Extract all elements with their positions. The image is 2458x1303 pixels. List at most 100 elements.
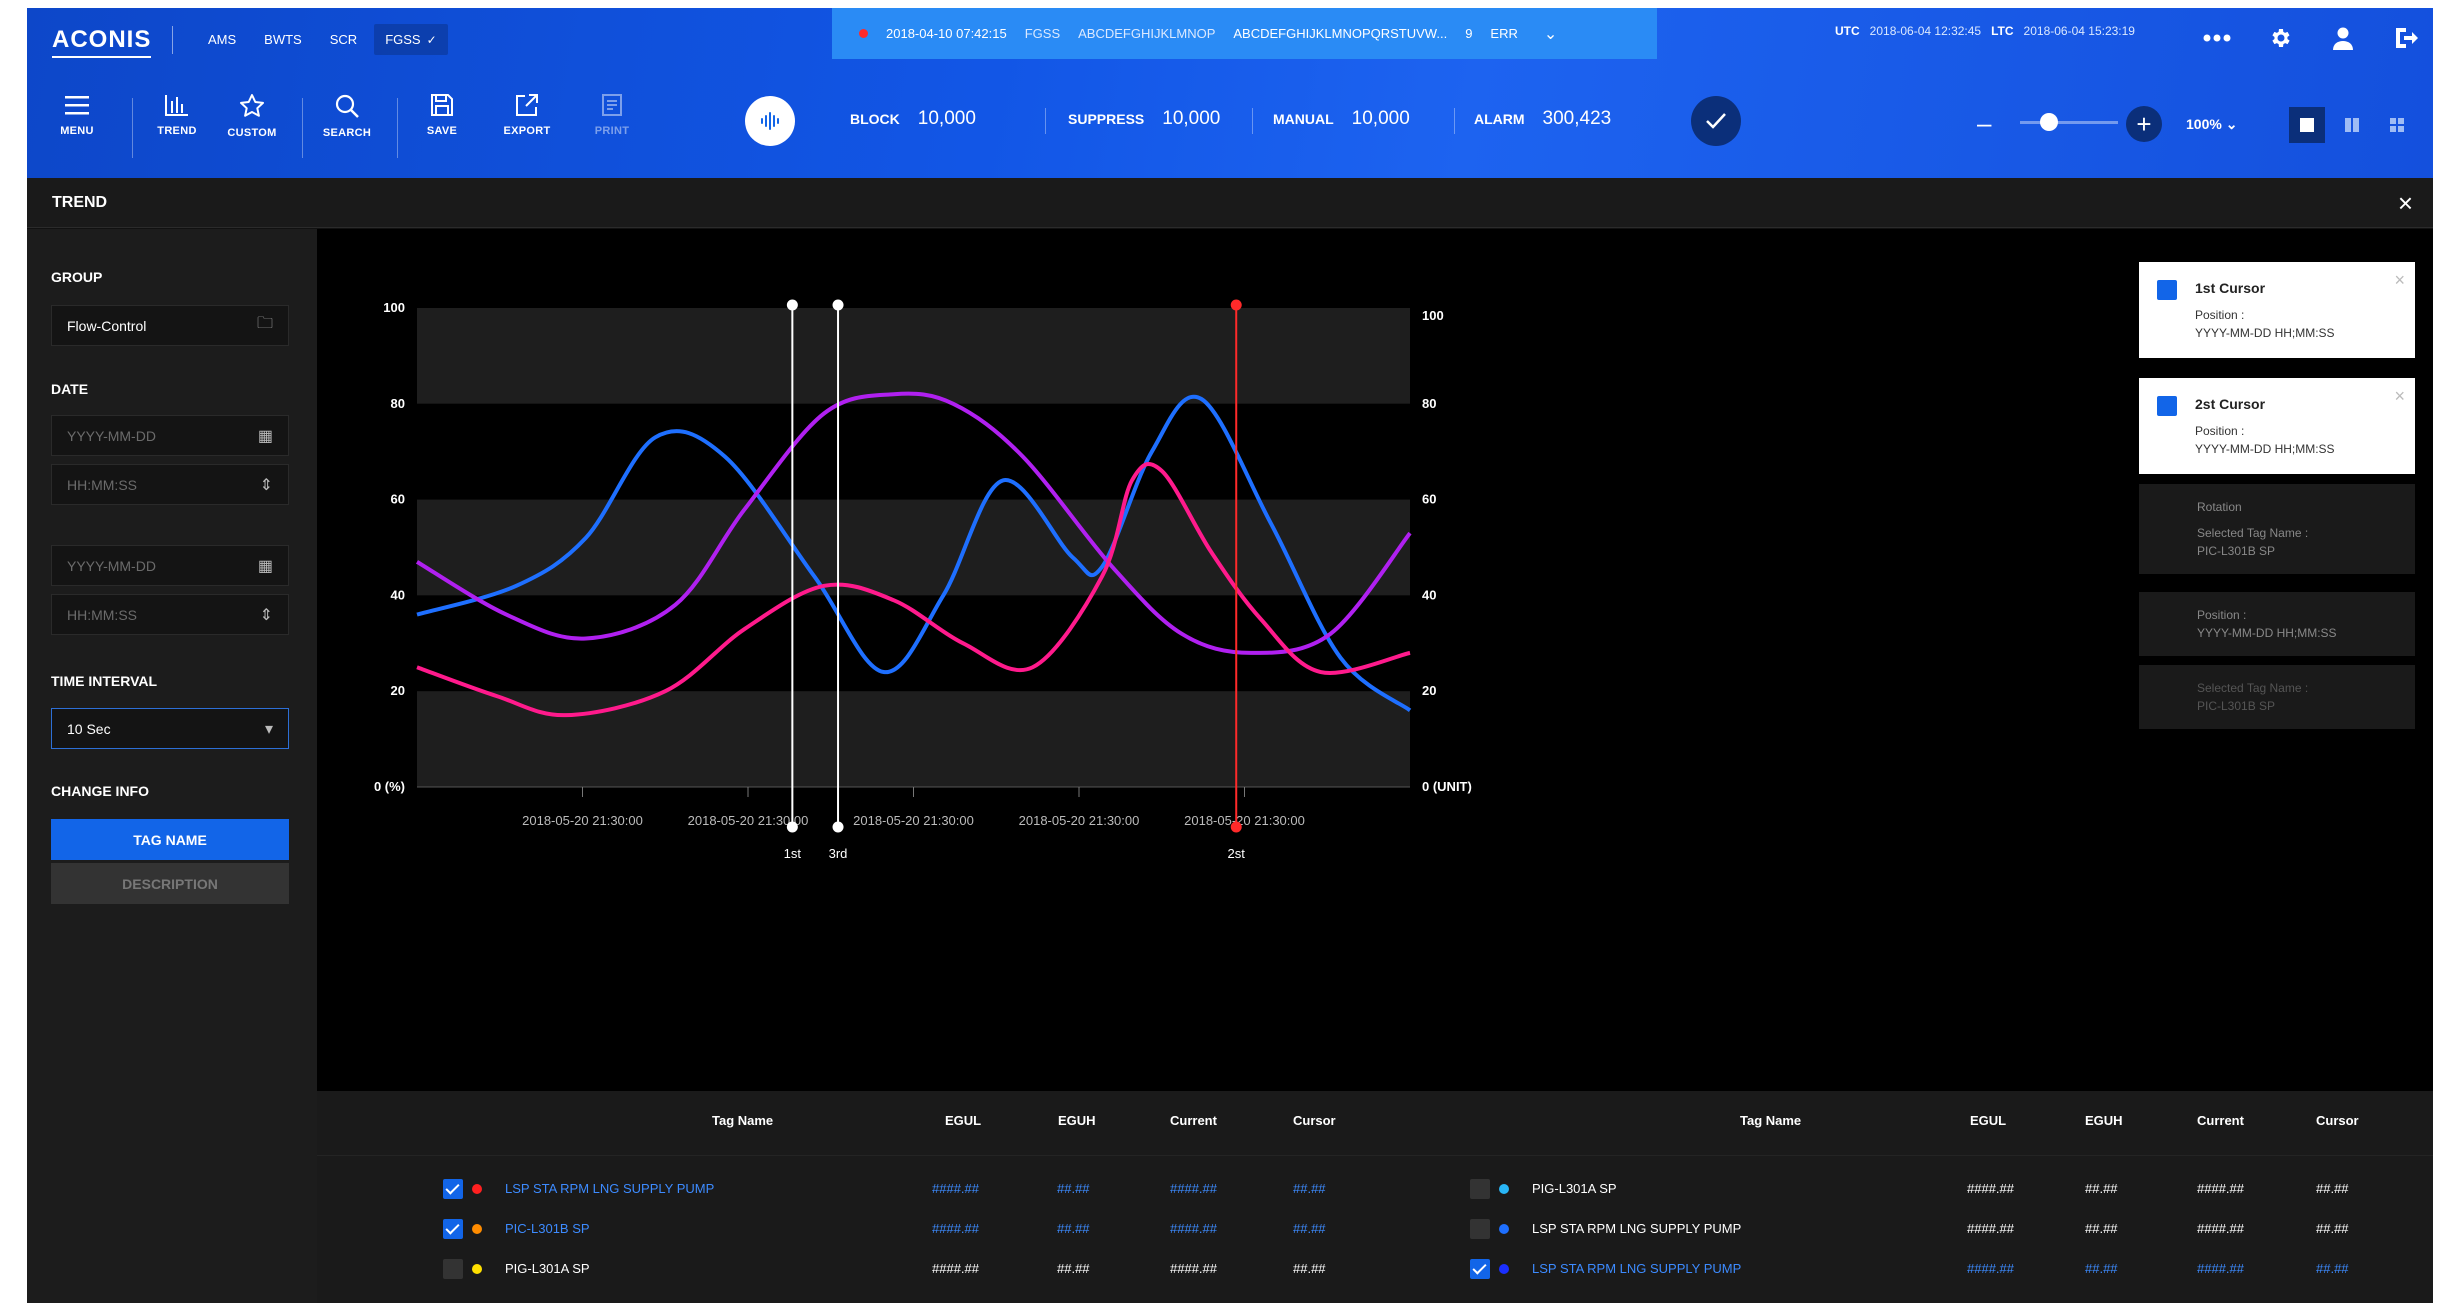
close-icon[interactable]: ×: [2398, 188, 2413, 219]
zoom-level-value: 100%: [2186, 116, 2222, 132]
cursor-handle-bottom: [786, 821, 798, 833]
stepper-icon[interactable]: ⇕: [260, 475, 273, 495]
close-icon[interactable]: ×: [2394, 270, 2405, 291]
manual-counter: MANUAL 10,000: [1273, 108, 1410, 130]
alarm-counter: ALARM 300,423: [1474, 108, 1611, 130]
single-layout-icon: [2300, 118, 2314, 132]
alarm-status: ERR: [1490, 26, 1518, 41]
divider: [1045, 108, 1046, 134]
custom-label: CUSTOM: [227, 127, 277, 139]
table-row[interactable]: LSP STA RPM LNG SUPPLY PUMP ####.## ##.## #…: [317, 1209, 2433, 1249]
system-tabs: AMS BWTS SCR FGSS ✓: [197, 24, 448, 55]
group-select[interactable]: Flow-Control 🗀: [51, 305, 289, 346]
acknowledge-button[interactable]: [1691, 96, 1741, 146]
manual-label: MANUAL: [1273, 111, 1334, 127]
time-interval-select[interactable]: 10 Sec ▾: [51, 708, 289, 749]
time-to-placeholder: HH:MM:SS: [67, 606, 137, 623]
cursor-label: 1st: [784, 846, 802, 861]
search-button[interactable]: SEARCH: [312, 93, 382, 139]
row-checkbox[interactable]: [1470, 1259, 1490, 1279]
date-to-placeholder: YYYY-MM-DD: [67, 557, 156, 574]
alarm-banner[interactable]: 2018-04-10 07:42:15 FGSS ABCDEFGHIJKLMNO…: [832, 8, 1657, 59]
y-tick-label-left: 0 (%): [374, 779, 405, 794]
table-row[interactable]: LSP STA RPM LNG SUPPLY PUMP ####.## ##.## #…: [317, 1249, 2433, 1289]
zoom-level-select[interactable]: 100% ⌄: [2186, 116, 2237, 133]
zoom-slider[interactable]: [2020, 121, 2118, 124]
split-layout-icon: [2345, 118, 2359, 132]
position-label: Position :: [2195, 424, 2245, 438]
layout-split-button[interactable]: [2334, 107, 2370, 143]
gear-icon[interactable]: [2265, 23, 2295, 53]
cursor-ghost-panel: Selected Tag Name : PIC-L301B SP: [2139, 665, 2415, 729]
cursor-1-title: 1st Cursor: [2195, 280, 2266, 296]
layout-single-button[interactable]: [2289, 107, 2325, 143]
zoom-in-button[interactable]: +: [2126, 106, 2162, 142]
cursor-handle-top: [832, 299, 844, 311]
custom-button[interactable]: CUSTOM: [217, 93, 287, 139]
cursor-panel-1[interactable]: × 1st Cursor Position : YYYY-MM-DD HH;MM…: [2139, 262, 2415, 358]
export-button[interactable]: EXPORT: [492, 93, 562, 137]
zoom-out-button[interactable]: –: [1977, 108, 1991, 139]
calendar-icon[interactable]: ▦: [258, 426, 273, 446]
position-value: YYYY-MM-DD HH;MM:SS: [2195, 442, 2335, 456]
check-icon: [1706, 113, 1726, 129]
tag-name-button[interactable]: TAG NAME: [51, 819, 289, 860]
sound-button[interactable]: [745, 96, 795, 146]
user-icon[interactable]: [2328, 23, 2358, 53]
tab-bwts[interactable]: BWTS: [253, 24, 313, 55]
tab-ams[interactable]: AMS: [197, 24, 247, 55]
col-egul: EGUL: [945, 1113, 982, 1128]
tag-name-cell[interactable]: LSP STA RPM LNG SUPPLY PUMP: [1532, 1221, 1741, 1236]
tag-name-cell[interactable]: LSP STA RPM LNG SUPPLY PUMP: [1532, 1261, 1741, 1276]
tab-fgss[interactable]: FGSS ✓: [374, 24, 448, 55]
cursor-ghost-panel: Rotation Selected Tag Name : PIC-L301B S…: [2139, 484, 2415, 574]
row-checkbox[interactable]: [1470, 1219, 1490, 1239]
print-button[interactable]: PRINT: [577, 93, 647, 137]
tag-table: Tag Name EGUL EGUH Current Cursor Tag Na…: [317, 1091, 2433, 1303]
series-color-dot: [1499, 1184, 1509, 1194]
save-button[interactable]: SAVE: [407, 93, 477, 137]
time-to-input[interactable]: HH:MM:SS ⇕: [51, 594, 289, 635]
folder-icon[interactable]: 🗀: [257, 312, 273, 339]
series-color-dot: [1499, 1264, 1509, 1274]
ltc-label: LTC: [1991, 24, 2014, 38]
y-tick-label-right: 100: [1422, 308, 1444, 323]
description-button[interactable]: DESCRIPTION: [51, 863, 289, 904]
date-to-input[interactable]: YYYY-MM-DD ▦: [51, 545, 289, 586]
export-icon: [516, 94, 538, 116]
time-from-input[interactable]: HH:MM:SS ⇕: [51, 464, 289, 505]
trend-chart[interactable]: 100 80 60 40 20 0 (%) 100 80 60 40 20 0 (UNIT) 2018-…: [317, 229, 2433, 1091]
cursor-1-position: Position : YYYY-MM-DD HH;MM:SS: [2195, 306, 2397, 342]
date-from-input[interactable]: YYYY-MM-DD ▦: [51, 415, 289, 456]
y-tick-label-right: 0 (UNIT): [1422, 779, 1472, 794]
trend-button[interactable]: TREND: [142, 93, 212, 137]
cursor-2-checkbox[interactable]: [2157, 396, 2177, 416]
row-checkbox[interactable]: [1470, 1179, 1490, 1199]
ghost-text: PIC-L301B SP: [2197, 544, 2276, 558]
stepper-icon[interactable]: ⇕: [260, 605, 273, 625]
menu-button[interactable]: MENU: [42, 93, 112, 137]
tab-scr[interactable]: SCR: [319, 24, 368, 55]
chevron-down-icon[interactable]: ⌄: [1544, 24, 1557, 44]
cursor-1-checkbox[interactable]: [2157, 280, 2177, 300]
caret-down-icon: ▾: [264, 720, 273, 738]
grid-layout-icon: [2390, 118, 2404, 132]
table-row[interactable]: PIG-L301A SP ####.## ##.## ####.## ##.##: [317, 1169, 2433, 1209]
divider: [317, 1155, 2433, 1156]
x-tick-label: 2018-05-20 21:30:00: [1019, 813, 1140, 828]
close-icon[interactable]: ×: [2394, 386, 2405, 407]
grid-band: [417, 308, 1410, 404]
cursor-panel-2[interactable]: × 2st Cursor Position : YYYY-MM-DD HH;MM…: [2139, 378, 2415, 474]
layout-grid-button[interactable]: [2379, 107, 2415, 143]
utc-label: UTC: [1835, 24, 1860, 38]
suppress-label: SUPPRESS: [1068, 111, 1145, 127]
hamburger-icon: [65, 96, 89, 115]
aconis-logo[interactable]: ACONIS: [52, 26, 152, 58]
logout-icon[interactable]: [2391, 23, 2421, 53]
more-icon[interactable]: [2202, 23, 2232, 53]
series-color-dot: [1499, 1224, 1509, 1234]
zoom-slider-handle[interactable]: [2040, 113, 2059, 131]
calendar-icon[interactable]: ▦: [258, 556, 273, 576]
col-cursor: Cursor: [2316, 1113, 2359, 1128]
tag-name-cell[interactable]: PIG-L301A SP: [1532, 1181, 1617, 1196]
